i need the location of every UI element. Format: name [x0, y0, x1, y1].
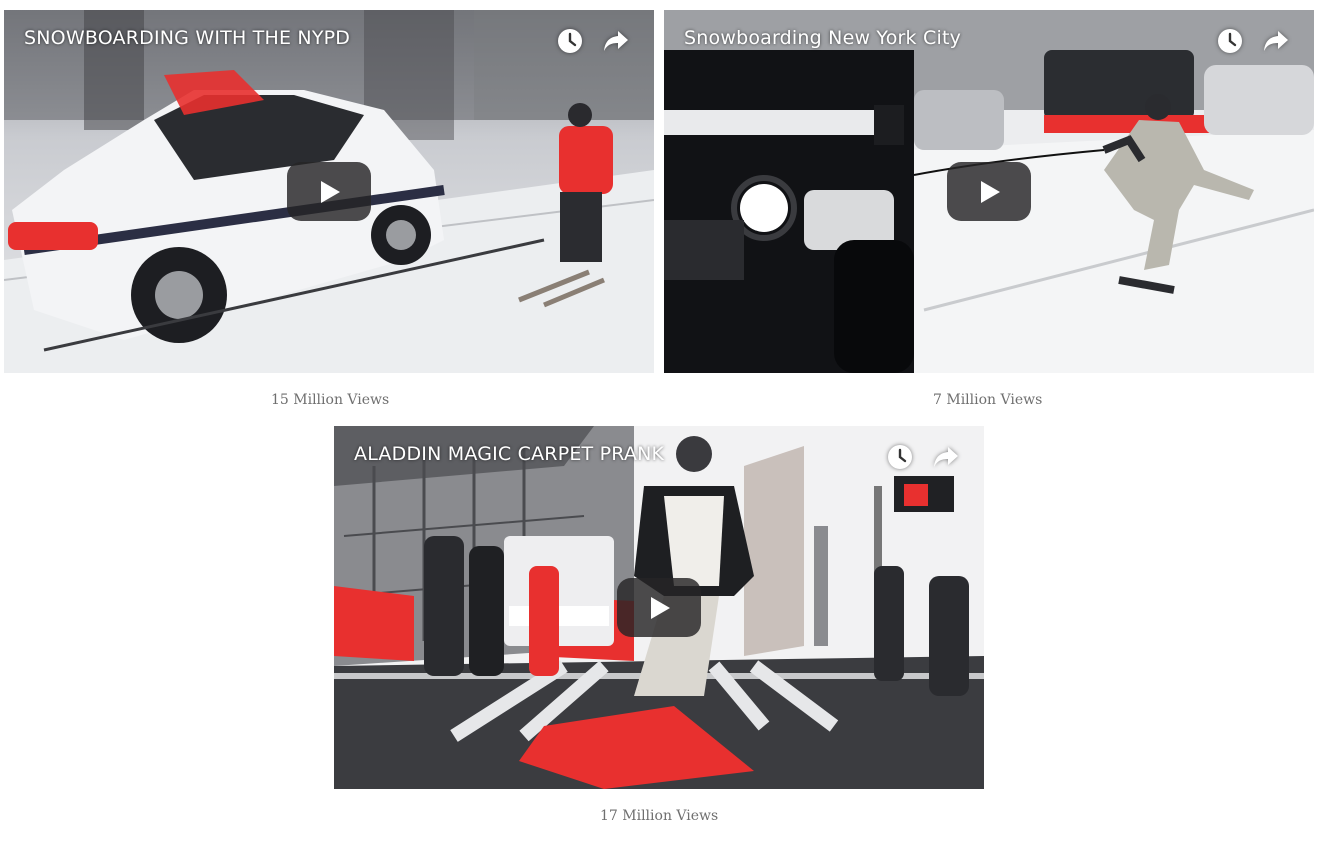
view-count: 7 Million Views	[933, 392, 1043, 408]
share-arrow-icon[interactable]	[932, 443, 960, 471]
play-icon[interactable]	[617, 577, 701, 637]
video-player-nyc[interactable]: Snowboarding New York City	[664, 10, 1314, 373]
play-icon[interactable]	[947, 161, 1031, 221]
view-count: 17 Million Views	[600, 808, 719, 824]
video-player-nypd[interactable]: SNOWBOARDING WITH THE NYPD	[4, 10, 654, 373]
share-arrow-icon[interactable]	[602, 27, 630, 55]
video-title[interactable]: SNOWBOARDING WITH THE NYPD	[24, 27, 350, 49]
video-player-aladdin[interactable]: ALADDIN MAGIC CARPET PRANK	[334, 426, 984, 789]
clock-icon[interactable]	[1216, 27, 1244, 55]
video-title[interactable]: ALADDIN MAGIC CARPET PRANK	[354, 443, 664, 465]
play-icon[interactable]	[287, 161, 371, 221]
video-title[interactable]: Snowboarding New York City	[684, 27, 961, 49]
view-count: 15 Million Views	[271, 392, 390, 408]
share-arrow-icon[interactable]	[1262, 27, 1290, 55]
clock-icon[interactable]	[556, 27, 584, 55]
clock-icon[interactable]	[886, 443, 914, 471]
